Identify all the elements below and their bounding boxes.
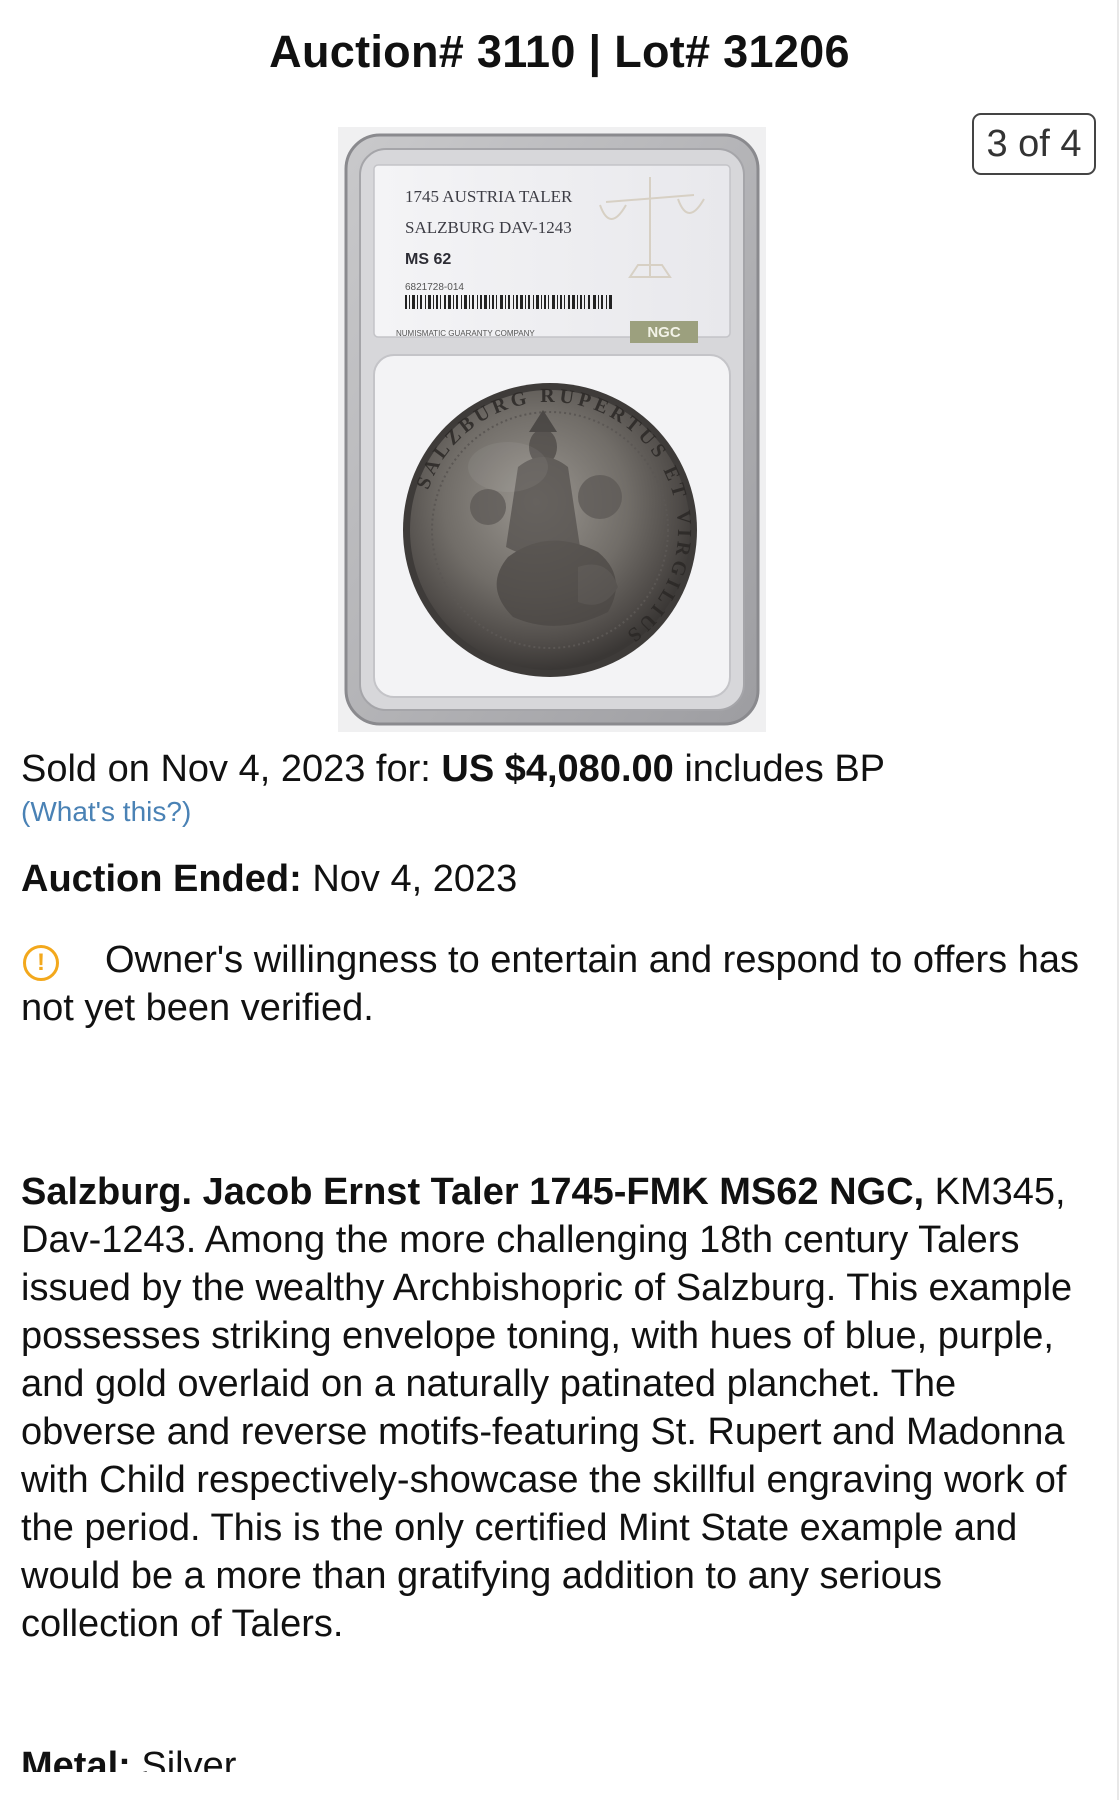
slab-grade: MS 62	[405, 251, 451, 268]
offer-notice-text: Owner's willingness to entertain and res…	[21, 939, 1079, 1029]
lot-description-heading: Salzburg. Jacob Ernst Taler 1745-FMK MS6…	[21, 1171, 925, 1213]
coin-image[interactable]: 1745 AUSTRIA TALER SALZBURG DAV-1243 MS …	[338, 127, 766, 732]
lot-description: Salzburg. Jacob Ernst Taler 1745-FMK MS6…	[21, 1168, 1101, 1648]
slab-company: NUMISMATIC GUARANTY COMPANY	[396, 329, 535, 338]
sold-price-line: Sold on Nov 4, 2023 for: US $4,080.00 in…	[21, 748, 885, 791]
slab-label-line-1: 1745 AUSTRIA TALER	[405, 187, 573, 206]
metal-line: Metal: Silver	[21, 1742, 236, 1772]
sold-price: US $4,080.00	[441, 748, 674, 790]
offer-notice: ! Owner's willingness to entertain and re…	[21, 936, 1081, 1032]
metal-value: Silver	[130, 1745, 237, 1772]
barcode-icon	[405, 295, 612, 309]
image-counter: 3 of 4	[972, 113, 1096, 175]
ngc-logo-text: NGC	[647, 324, 681, 341]
sold-suffix: includes BP	[673, 748, 886, 790]
sold-prefix: Sold on Nov 4, 2023 for:	[21, 748, 442, 790]
auction-ended-line: Auction Ended: Nov 4, 2023	[21, 858, 517, 901]
slab-cert-number: 6821728-014	[405, 282, 464, 293]
page-title: Auction# 3110 | Lot# 31206	[269, 26, 850, 77]
whats-this-link[interactable]: (What's this?)	[21, 796, 191, 828]
warning-circle-icon: !	[23, 945, 59, 981]
auction-ended-date: Nov 4, 2023	[301, 858, 518, 900]
ngc-slab-photo: 1745 AUSTRIA TALER SALZBURG DAV-1243 MS …	[344, 133, 760, 726]
auction-ended-label: Auction Ended:	[21, 858, 302, 900]
slab-label-line-2: SALZBURG DAV-1243	[405, 218, 572, 237]
metal-label: Metal:	[21, 1745, 131, 1772]
lot-description-body: KM345, Dav-1243. Among the more challeng…	[21, 1171, 1073, 1645]
